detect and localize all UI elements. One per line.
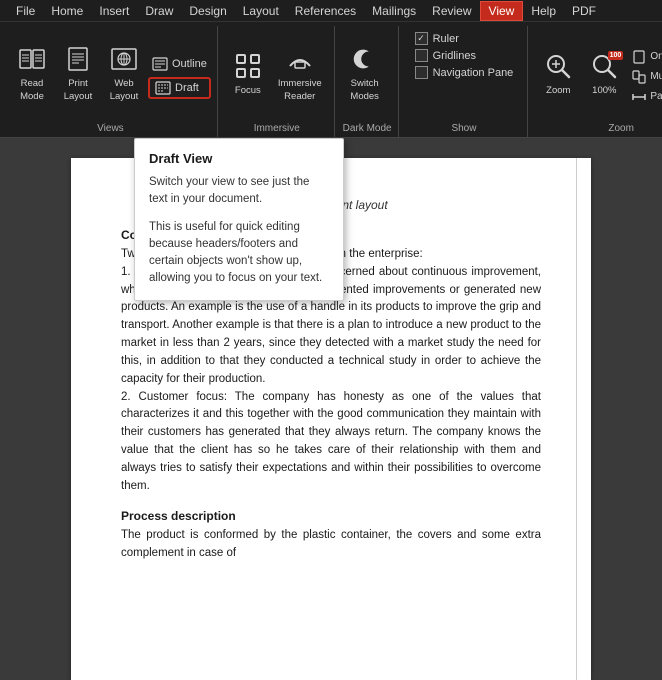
menu-file[interactable]: File <box>8 2 43 20</box>
ribbon-group-immersive: Focus ImmersiveReader Immersive <box>220 26 335 137</box>
ribbon-group-show: Ruler Gridlines Navigation Pane Show <box>401 26 529 137</box>
one-page-label: One Page <box>650 51 662 62</box>
switch-modes-button[interactable]: SwitchModes <box>343 39 387 109</box>
gridlines-label: Gridlines <box>433 50 476 62</box>
page-width-button[interactable]: Page Width <box>628 88 662 106</box>
outline-label: Outline <box>172 58 207 70</box>
page-width-label: Page Width <box>650 91 662 102</box>
focus-button[interactable]: Focus <box>226 39 270 109</box>
draft-label: Draft <box>175 82 199 94</box>
show-checkboxes: Ruler Gridlines Navigation Pane <box>407 26 522 85</box>
ruler-checkbox[interactable]: Ruler <box>415 32 514 45</box>
menu-design[interactable]: Design <box>181 2 234 20</box>
navigation-pane-checkbox-box[interactable] <box>415 66 428 79</box>
switch-modes-label: SwitchModes <box>350 78 379 103</box>
menu-pdf[interactable]: PDF <box>564 2 604 20</box>
views-group-label: Views <box>10 121 211 137</box>
focus-icon <box>233 51 263 81</box>
navigation-pane-checkbox[interactable]: Navigation Pane <box>415 66 514 79</box>
multi-page-label: Multi <box>650 71 662 82</box>
outline-icon <box>152 57 168 71</box>
focus-label: Focus <box>235 85 261 96</box>
immersive-reader-icon <box>285 44 315 74</box>
navigation-pane-label: Navigation Pane <box>433 67 514 79</box>
menu-view[interactable]: View <box>480 1 524 21</box>
menu-help[interactable]: Help <box>523 2 564 20</box>
print-layout-icon <box>63 44 93 74</box>
print-layout-button[interactable]: PrintLayout <box>56 39 100 109</box>
menu-bar: File Home Insert Draw Design Layout Refe… <box>0 0 662 22</box>
ribbon-group-darkmode: SwitchModes Dark Mode <box>337 26 399 137</box>
menu-home[interactable]: Home <box>43 2 91 20</box>
menu-mailings[interactable]: Mailings <box>364 2 424 20</box>
ribbon: ReadMode PrintLayout <box>0 22 662 138</box>
menu-review[interactable]: Review <box>424 2 479 20</box>
menu-references[interactable]: References <box>287 2 364 20</box>
read-mode-button[interactable]: ReadMode <box>10 39 54 109</box>
draft-button[interactable]: Draft <box>148 77 211 99</box>
show-group-label: Show <box>407 121 522 137</box>
section-content-process: The product is conformed by the plastic … <box>121 527 541 563</box>
darkmode-buttons: SwitchModes <box>343 26 392 121</box>
web-layout-icon <box>109 44 139 74</box>
immersive-buttons: Focus ImmersiveReader <box>226 26 328 121</box>
outline-button[interactable]: Outline <box>148 55 211 73</box>
ribbon-group-zoom: Zoom 100 100% <box>530 26 662 137</box>
multi-page-button[interactable]: Multi <box>628 68 662 86</box>
zoom-icon <box>543 51 573 81</box>
multi-page-icon <box>632 70 646 84</box>
page-width-icon <box>632 90 646 104</box>
menu-insert[interactable]: Insert <box>91 2 137 20</box>
darkmode-group-label: Dark Mode <box>343 121 392 137</box>
immersive-reader-label: ImmersiveReader <box>278 78 322 103</box>
tooltip-title: Draft View <box>149 151 329 166</box>
zoom-percent-icon: 100 <box>589 51 619 81</box>
tooltip-paragraph2: This is useful for quick editing because… <box>149 219 329 288</box>
ruler-label: Ruler <box>433 33 459 45</box>
immersive-group-label: Immersive <box>226 121 328 137</box>
zoom-group-label: Zoom <box>536 121 662 137</box>
zoom-button[interactable]: Zoom <box>536 39 580 109</box>
zoom-percent-button[interactable]: 100 100% <box>582 39 626 109</box>
menu-layout[interactable]: Layout <box>235 2 287 20</box>
switch-modes-icon <box>350 44 380 74</box>
page-margin-line <box>576 158 577 680</box>
draft-view-tooltip: Draft View Switch your view to see just … <box>134 138 344 301</box>
gridlines-checkbox[interactable]: Gridlines <box>415 49 514 62</box>
web-layout-button[interactable]: WebLayout <box>102 39 146 109</box>
views-buttons: ReadMode PrintLayout <box>10 26 211 121</box>
gridlines-checkbox-box[interactable] <box>415 49 428 62</box>
menu-draw[interactable]: Draw <box>137 2 181 20</box>
ruler-checkbox-box[interactable] <box>415 32 428 45</box>
zoom-buttons: Zoom 100 100% <box>536 26 662 121</box>
ribbon-group-views: ReadMode PrintLayout <box>4 26 218 137</box>
web-layout-label: WebLayout <box>110 78 139 103</box>
tooltip-paragraph1: Switch your view to see just the text in… <box>149 174 329 209</box>
immersive-reader-button[interactable]: ImmersiveReader <box>272 39 328 109</box>
section-title-process: Process description <box>121 509 541 523</box>
read-mode-icon <box>17 44 47 74</box>
zoom-percent-label: 100% <box>592 85 616 96</box>
one-page-icon <box>632 50 646 64</box>
draft-icon <box>155 81 171 95</box>
read-mode-label: ReadMode <box>20 78 44 103</box>
one-page-button[interactable]: One Page <box>628 48 662 66</box>
zoom-label: Zoom <box>546 85 570 96</box>
print-layout-label: PrintLayout <box>64 78 93 103</box>
